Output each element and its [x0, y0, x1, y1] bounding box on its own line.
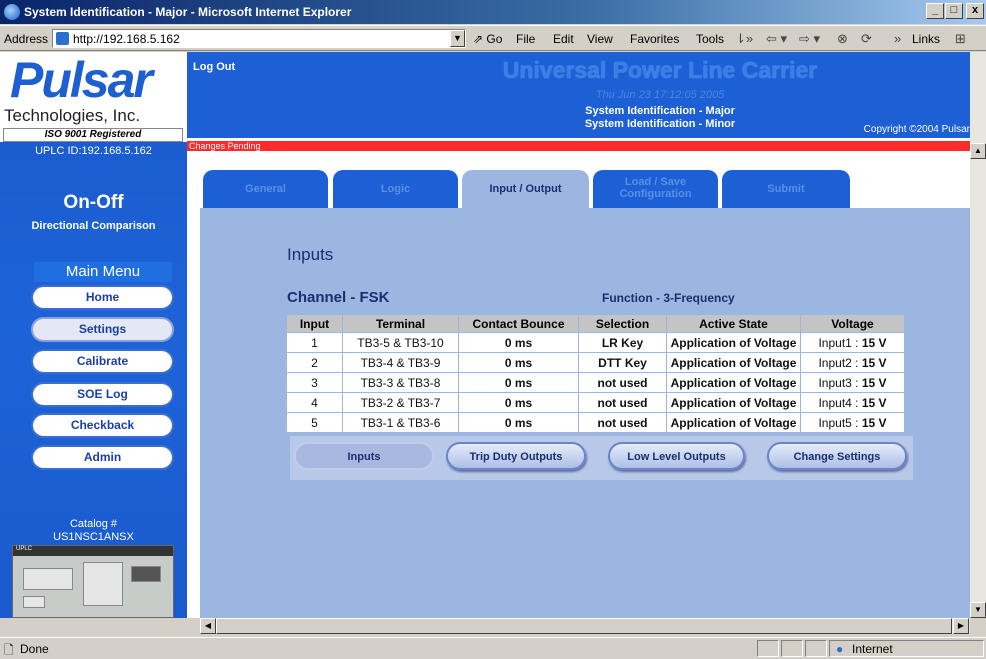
- subtab-change-settings[interactable]: Change Settings: [767, 442, 907, 470]
- section-title: Inputs: [287, 245, 334, 264]
- globe-icon: ●: [836, 642, 844, 656]
- menu-tools[interactable]: Tools: [696, 32, 724, 46]
- menu-checkback-button[interactable]: Checkback: [31, 413, 174, 438]
- tab-load-save[interactable]: Load / Save Configuration: [593, 170, 718, 208]
- close-button[interactable]: x: [966, 3, 984, 19]
- menu-admin-button[interactable]: Admin: [31, 445, 174, 470]
- vertical-scrollbar[interactable]: ▲ ▼: [970, 52, 986, 618]
- inputs-table: Input Terminal Contact Bounce Selection …: [286, 314, 905, 433]
- menu-file[interactable]: File: [516, 32, 535, 46]
- address-toolbar: Address http://192.168.5.162 ▼ ⇗ Go File…: [0, 25, 986, 51]
- address-url: http://192.168.5.162: [73, 32, 180, 46]
- channel-title: Channel - FSK: [287, 289, 390, 306]
- device-image: UPLC: [12, 545, 174, 618]
- mode-title: On-Off: [63, 192, 124, 213]
- forward-icon[interactable]: ⇨ ▾: [799, 31, 820, 47]
- table-row: 1 TB3-5 & TB3-10 0 ms LR Key Application…: [286, 332, 905, 353]
- links-label[interactable]: Links: [912, 32, 940, 46]
- col-active-state: Active State: [666, 314, 801, 333]
- table-row: 2 TB3-4 & TB3-9 0 ms DTT Key Application…: [286, 352, 905, 373]
- go-button[interactable]: ⇗ Go: [473, 32, 502, 46]
- subtab-inputs[interactable]: Inputs: [294, 442, 434, 470]
- page-icon: [56, 32, 69, 45]
- scroll-right-icon[interactable]: ▶: [953, 618, 969, 634]
- go-arrow-icon: ⇗: [473, 32, 484, 46]
- menu-calibrate-button[interactable]: Calibrate: [31, 349, 174, 374]
- subtab-trip-duty-outputs[interactable]: Trip Duty Outputs: [446, 442, 586, 470]
- table-row: 3 TB3-3 & TB3-8 0 ms not used Applicatio…: [286, 372, 905, 393]
- sysid-minor: System Identification - Minor: [584, 118, 736, 130]
- copyright: Copyright ©2004 Pulsar: [863, 124, 970, 135]
- menu-view[interactable]: View: [587, 32, 613, 46]
- scroll-down-icon[interactable]: ▼: [970, 602, 986, 618]
- table-header-row: Input Terminal Contact Bounce Selection …: [286, 314, 905, 333]
- col-input: Input: [286, 314, 343, 333]
- catalog-number: US1NSC1ANSX: [53, 531, 134, 543]
- sidebar: Pulsar Technologies, Inc. ISO 9001 Regis…: [0, 52, 187, 618]
- logo-company: Technologies, Inc.: [4, 106, 141, 125]
- status-page-icon: 🗋: [4, 643, 14, 657]
- menu-home-button[interactable]: Home: [31, 285, 174, 310]
- sysid-major: System Identification - Major: [585, 105, 735, 117]
- ie-icon: [4, 4, 20, 20]
- catalog-info: Catalog # US1NSC1ANSX: [0, 518, 187, 544]
- col-terminal: Terminal: [342, 314, 459, 333]
- menu-favorites[interactable]: Favorites: [630, 32, 679, 46]
- scroll-left-icon[interactable]: ◀: [200, 618, 216, 634]
- page-viewport: Pulsar Technologies, Inc. ISO 9001 Regis…: [0, 52, 970, 618]
- stop-icon[interactable]: ⊗: [837, 31, 848, 47]
- iso-badge: ISO 9001 Registered: [3, 128, 183, 142]
- menu-soe-log-button[interactable]: SOE Log: [31, 382, 174, 407]
- scroll-up-icon[interactable]: ▲: [970, 143, 986, 159]
- changes-pending-bar: Changes Pending: [187, 141, 970, 151]
- minimize-button[interactable]: _: [926, 3, 944, 19]
- browser-window: System Identification - Major - Microsof…: [0, 0, 986, 659]
- subtab-low-level-outputs[interactable]: Low Level Outputs: [608, 442, 745, 470]
- logout-link[interactable]: Log Out: [193, 61, 235, 73]
- logo-brand: Pulsar: [10, 52, 153, 108]
- title-bar: System Identification - Major - Microsof…: [0, 0, 986, 24]
- address-dropdown-button[interactable]: ▼: [450, 30, 465, 47]
- zone-text: Internet: [852, 642, 893, 656]
- uplc-id: UPLC ID:192.168.5.162: [35, 145, 152, 157]
- menu-settings-button[interactable]: Settings: [31, 317, 174, 342]
- scheme-label: Directional Comparison: [31, 220, 156, 232]
- menu-edit[interactable]: Edit: [553, 32, 574, 46]
- maximize-button[interactable]: □: [945, 3, 963, 19]
- pulsar-logo: Pulsar Technologies, Inc. ISO 9001 Regis…: [0, 52, 187, 142]
- main-menu-title: Main Menu: [34, 262, 172, 282]
- refresh-icon[interactable]: ⟳: [861, 31, 872, 47]
- col-selection: Selection: [578, 314, 667, 333]
- address-input[interactable]: http://192.168.5.162: [52, 29, 466, 48]
- windows-logo-icon: ⊞: [955, 31, 966, 46]
- back-icon[interactable]: ⇦ ▾: [766, 31, 787, 47]
- tab-general[interactable]: General: [203, 170, 328, 208]
- function-title: Function - 3-Frequency: [602, 291, 735, 305]
- col-contact-bounce: Contact Bounce: [458, 314, 579, 333]
- table-row: 4 TB3-2 & TB3-7 0 ms not used Applicatio…: [286, 392, 905, 413]
- address-label: Address: [4, 32, 49, 46]
- tab-submit[interactable]: Submit: [722, 170, 850, 208]
- table-row: 5 TB3-1 & TB3-6 0 ms not used Applicatio…: [286, 412, 905, 433]
- status-text: Done: [20, 642, 49, 656]
- tab-logic[interactable]: Logic: [333, 170, 458, 208]
- catalog-label: Catalog #: [69, 518, 118, 530]
- device-label: UPLC: [13, 546, 173, 556]
- tab-input-output[interactable]: Input / Output: [462, 170, 589, 208]
- links-chevron-icon[interactable]: »: [894, 31, 901, 46]
- product-title: Universal Power Line Carrier: [502, 57, 818, 83]
- window-title: System Identification - Major - Microsof…: [24, 5, 352, 19]
- chevron-more-icon[interactable]: ⇂»: [735, 31, 753, 47]
- horizontal-scroll-thumb[interactable]: [216, 618, 952, 634]
- datetime: Thu Jun 23 17:12:05 2005: [595, 89, 725, 101]
- zone-panel: ● Internet: [829, 640, 984, 657]
- col-voltage: Voltage: [800, 314, 905, 333]
- status-bar: 🗋 Done ● Internet: [0, 637, 986, 659]
